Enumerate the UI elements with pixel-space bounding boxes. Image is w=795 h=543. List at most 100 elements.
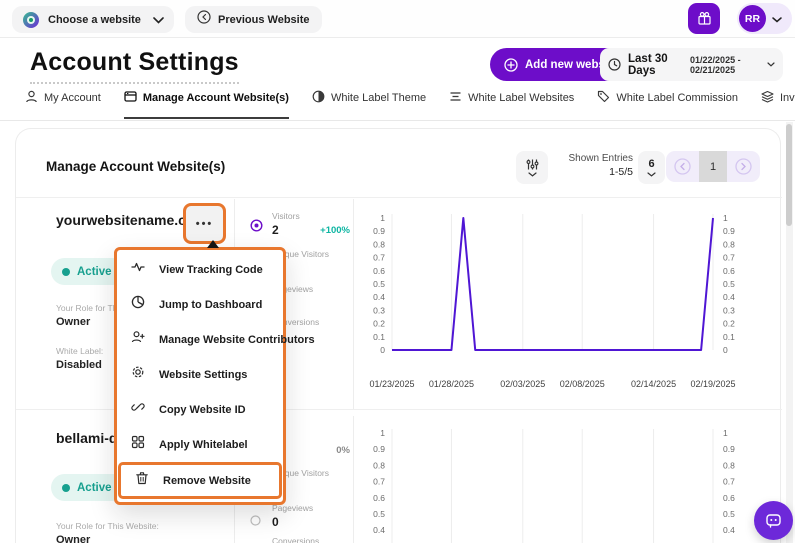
tab-label: Invoices [780, 92, 795, 104]
filter-button[interactable] [516, 151, 548, 184]
menu-caret [207, 240, 219, 248]
previous-page-button[interactable] [666, 151, 699, 182]
tab-manage-account-websites[interactable]: Manage Account Website(s) [124, 90, 289, 119]
status-label: Active [77, 482, 112, 494]
shown-entries-label: Shown Entries [551, 153, 633, 164]
choose-website-label: Choose a website [48, 14, 141, 26]
website-actions-menu: View Tracking Code Jump to Dashboard Man… [114, 247, 286, 505]
menu-item-remove-website[interactable]: Remove Website [118, 462, 282, 499]
avatar: RR [739, 5, 766, 32]
chevron-down-icon [528, 172, 537, 177]
svg-text:01/28/2025: 01/28/2025 [429, 379, 474, 389]
tab-label: White Label Commission [616, 92, 738, 104]
visitors-change: 0% [312, 445, 350, 456]
current-page[interactable]: 1 [699, 151, 727, 182]
svg-text:0.6: 0.6 [373, 266, 385, 276]
page-title: Account Settings [30, 48, 239, 84]
menu-item-apply-whitelabel[interactable]: Apply Whitelabel [117, 427, 283, 462]
menu-item-label: Remove Website [163, 475, 251, 487]
svg-text:0: 0 [380, 345, 385, 355]
chat-support-button[interactable] [754, 501, 793, 540]
menu-item-view-tracking-code[interactable]: View Tracking Code [117, 252, 283, 287]
pagination: 1 [666, 151, 760, 182]
tab-white-label-theme[interactable]: White Label Theme [312, 90, 426, 119]
visitors-change: +100% [312, 225, 350, 236]
svg-text:0.4: 0.4 [723, 525, 735, 535]
white-label-label: White Label: [56, 346, 103, 356]
menu-item-label: Jump to Dashboard [159, 299, 262, 311]
settings-tabs: My Account Manage Account Website(s) Whi… [0, 90, 795, 121]
svg-text:0.3: 0.3 [373, 305, 385, 315]
chevron-down-icon [772, 10, 782, 28]
menu-item-website-settings[interactable]: Website Settings [117, 357, 283, 392]
tab-white-label-commission[interactable]: White Label Commission [597, 90, 738, 119]
svg-text:0.7: 0.7 [373, 253, 385, 263]
whats-new-button[interactable] [688, 3, 720, 34]
tab-label: Manage Account Website(s) [143, 92, 289, 104]
target-icon [250, 219, 263, 237]
svg-text:0.2: 0.2 [723, 319, 735, 329]
next-page-button[interactable] [727, 151, 760, 182]
svg-text:0.5: 0.5 [723, 509, 735, 519]
choose-website-dropdown[interactable]: Choose a website [12, 6, 174, 33]
tab-my-account[interactable]: My Account [25, 90, 101, 119]
visitors-label: Visitors [272, 211, 300, 221]
dashboard-icon [131, 295, 145, 314]
svg-text:0.7: 0.7 [723, 253, 735, 263]
tab-white-label-websites[interactable]: White Label Websites [449, 90, 574, 119]
tab-invoices[interactable]: Invoices [761, 90, 795, 119]
trash-icon [135, 471, 149, 490]
page-size-select[interactable]: 6 [638, 151, 665, 184]
menu-item-label: Apply Whitelabel [159, 439, 248, 451]
svg-text:0.2: 0.2 [373, 319, 385, 329]
svg-text:0.6: 0.6 [373, 493, 385, 503]
visitors-value: 2 [272, 223, 279, 237]
link-icon [131, 400, 145, 419]
previous-website-button[interactable]: Previous Website [185, 6, 322, 33]
svg-text:0.6: 0.6 [723, 266, 735, 276]
svg-text:1: 1 [723, 213, 728, 223]
site-logo-icon [22, 11, 40, 29]
tab-label: White Label Theme [331, 92, 426, 104]
svg-text:0.4: 0.4 [373, 292, 385, 302]
visitors-chart-1: 01/23/202501/28/202502/03/202502/08/2025… [355, 196, 760, 408]
tag-icon [597, 90, 610, 106]
shown-entries-value: 1-5/5 [551, 166, 633, 178]
screen: Choose a website Previous Website RR Acc… [0, 0, 795, 543]
status-dot-icon [62, 268, 70, 276]
sliders-icon [526, 159, 539, 170]
date-range-value: 01/22/2025 - 02/21/2025 [690, 55, 764, 75]
menu-item-label: Website Settings [159, 369, 247, 381]
scrollbar-thumb[interactable] [786, 124, 792, 226]
previous-website-label: Previous Website [218, 14, 310, 26]
user-icon [25, 90, 38, 106]
svg-text:0.4: 0.4 [373, 525, 385, 535]
website-actions-button[interactable]: ••• [183, 203, 226, 244]
menu-item-jump-to-dashboard[interactable]: Jump to Dashboard [117, 287, 283, 322]
arrow-left-circle-icon [197, 10, 211, 29]
layers-icon [761, 90, 774, 106]
svg-text:02/03/2025: 02/03/2025 [500, 379, 545, 389]
role-label: Your Role for This Website: [56, 521, 159, 531]
chevron-down-icon [767, 62, 775, 67]
user-plus-icon [131, 330, 145, 349]
svg-text:1: 1 [723, 428, 728, 438]
svg-text:0.9: 0.9 [723, 226, 735, 236]
svg-text:0.9: 0.9 [373, 226, 385, 236]
svg-text:0.9: 0.9 [373, 444, 385, 454]
white-label-value: Disabled [56, 359, 102, 371]
menu-item-label: Copy Website ID [159, 404, 246, 416]
date-range-picker[interactable]: Last 30 Days 01/22/2025 - 02/21/2025 [600, 48, 783, 81]
menu-item-copy-website-id[interactable]: Copy Website ID [117, 392, 283, 427]
chat-icon [765, 512, 782, 529]
svg-text:0.4: 0.4 [723, 292, 735, 302]
svg-text:0.8: 0.8 [373, 239, 385, 249]
chevron-down-icon [153, 11, 164, 29]
scrollbar-track [786, 122, 793, 543]
menu-item-manage-website-contributors[interactable]: Manage Website Contributors [117, 322, 283, 357]
svg-text:0.8: 0.8 [373, 460, 385, 470]
grid-icon [131, 435, 145, 454]
plus-circle-icon [504, 58, 518, 72]
svg-text:02/19/2025: 02/19/2025 [690, 379, 735, 389]
account-menu[interactable]: RR [737, 3, 792, 34]
